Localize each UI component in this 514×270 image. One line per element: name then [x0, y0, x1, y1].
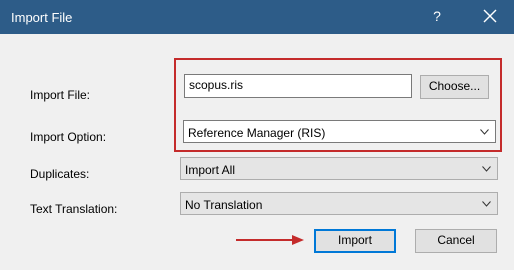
arrow-right-icon [236, 235, 304, 245]
cancel-button[interactable]: Cancel [415, 229, 497, 253]
duplicates-label: Duplicates: [30, 167, 90, 181]
window-title: Import File [11, 10, 73, 25]
duplicates-select[interactable]: Import All [180, 157, 498, 180]
import-file-label: Import File: [30, 88, 91, 102]
close-icon[interactable] [480, 6, 500, 26]
title-bar: Import File ? [0, 0, 514, 34]
help-button[interactable]: ? [430, 8, 444, 24]
duplicates-value: Import All [185, 163, 236, 177]
import-button[interactable]: Import [314, 229, 396, 253]
text-translation-label: Text Translation: [30, 202, 118, 216]
chevron-down-icon [482, 166, 491, 172]
text-translation-value: No Translation [185, 198, 263, 212]
chevron-down-icon [482, 201, 491, 207]
text-translation-select[interactable]: No Translation [180, 192, 498, 215]
import-option-label: Import Option: [30, 130, 107, 144]
highlight-box [174, 58, 502, 152]
